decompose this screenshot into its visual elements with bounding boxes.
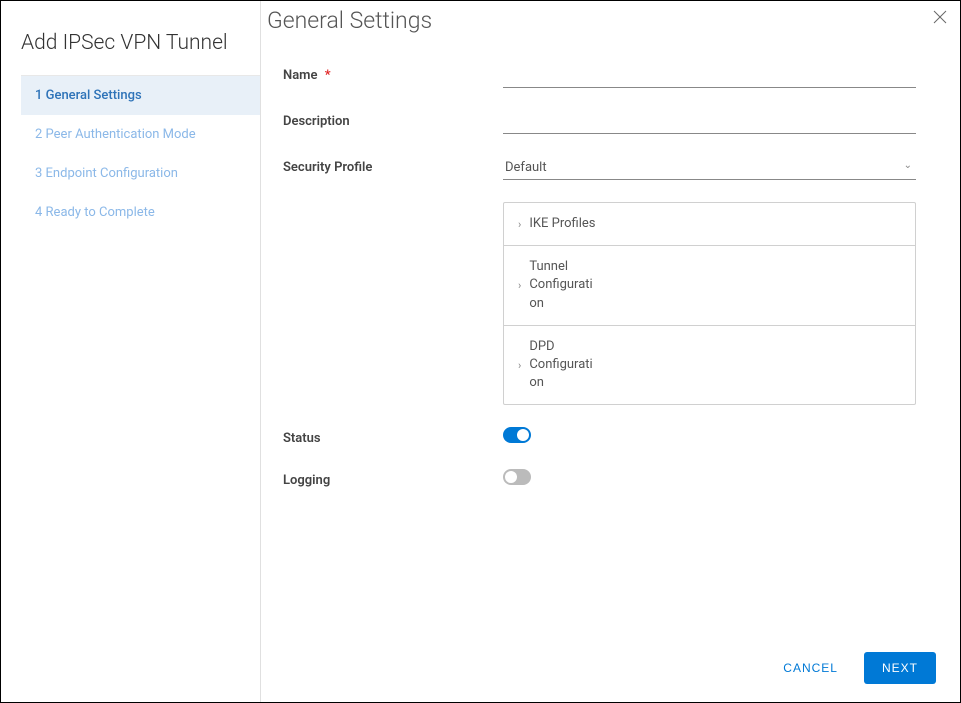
- step-label: General Settings: [46, 88, 142, 103]
- form-area: Name * Description Security Profile Defa…: [261, 34, 960, 634]
- status-field-wrap: [503, 427, 916, 447]
- security-profile-value: Default: [503, 156, 916, 179]
- toggle-knob: [505, 471, 517, 483]
- step-general-settings[interactable]: 1 General Settings: [21, 76, 260, 115]
- field-row-name: Name *: [283, 64, 916, 88]
- field-row-description: Description: [283, 110, 916, 134]
- wizard-sidebar: Add IPSec VPN Tunnel 1 General Settings …: [1, 1, 261, 702]
- field-row-security-profile: Security Profile Default ⌄: [283, 156, 916, 180]
- status-toggle[interactable]: [503, 427, 531, 443]
- step-number: 4: [35, 205, 42, 220]
- step-label: Endpoint Configuration: [46, 166, 178, 181]
- step-peer-authentication-mode[interactable]: 2 Peer Authentication Mode: [21, 115, 260, 154]
- step-endpoint-configuration[interactable]: 3 Endpoint Configuration: [21, 154, 260, 193]
- page-title: General Settings: [267, 7, 936, 34]
- main-header: General Settings: [261, 1, 960, 34]
- description-label: Description: [283, 110, 503, 129]
- profile-accordion: › IKE Profiles › Tunnel Configuration › …: [503, 202, 916, 405]
- security-profile-details: › IKE Profiles › Tunnel Configuration › …: [283, 202, 916, 405]
- field-row-status: Status: [283, 427, 916, 447]
- chevron-right-icon: ›: [518, 359, 521, 372]
- close-icon: [933, 10, 947, 24]
- logging-toggle[interactable]: [503, 469, 531, 485]
- step-number: 3: [35, 166, 42, 181]
- name-input[interactable]: [503, 64, 916, 88]
- step-label: Ready to Complete: [46, 205, 155, 220]
- wizard-steps: 1 General Settings 2 Peer Authentication…: [21, 75, 260, 232]
- accordion-dpd-configuration[interactable]: › DPD Configuration: [504, 326, 915, 405]
- name-label: Name *: [283, 64, 503, 83]
- chevron-down-icon: ⌄: [904, 160, 912, 171]
- spacer-label: [283, 202, 503, 206]
- security-profile-select[interactable]: Default ⌄: [503, 156, 916, 180]
- field-row-logging: Logging: [283, 469, 916, 489]
- accordion-label: DPD Configuration: [529, 338, 599, 393]
- accordion-ike-profiles[interactable]: › IKE Profiles: [504, 203, 915, 246]
- chevron-right-icon: ›: [518, 279, 521, 292]
- toggle-knob: [517, 429, 529, 441]
- main-panel: General Settings Name * Description Sec: [261, 1, 960, 702]
- accordion-tunnel-configuration[interactable]: › Tunnel Configuration: [504, 246, 915, 326]
- next-button[interactable]: NEXT: [864, 652, 936, 684]
- modal-add-ipsec-vpn-tunnel: Add IPSec VPN Tunnel 1 General Settings …: [0, 0, 961, 703]
- step-number: 2: [35, 127, 42, 142]
- step-ready-to-complete[interactable]: 4 Ready to Complete: [21, 193, 260, 232]
- step-number: 1: [35, 88, 42, 103]
- security-profile-field-wrap: Default ⌄: [503, 156, 916, 180]
- required-asterisk: *: [325, 68, 331, 83]
- cancel-button[interactable]: CANCEL: [771, 653, 850, 683]
- step-label: Peer Authentication Mode: [46, 127, 196, 142]
- accordion-label: Tunnel Configuration: [529, 258, 599, 313]
- wizard-footer: CANCEL NEXT: [261, 634, 960, 702]
- logging-label: Logging: [283, 469, 503, 488]
- label-text: Name: [283, 68, 317, 83]
- logging-field-wrap: [503, 469, 916, 489]
- close-button[interactable]: [930, 7, 950, 27]
- description-input[interactable]: [503, 110, 916, 134]
- wizard-title: Add IPSec VPN Tunnel: [1, 21, 260, 75]
- chevron-right-icon: ›: [518, 218, 521, 231]
- status-label: Status: [283, 427, 503, 446]
- accordion-label: IKE Profiles: [529, 215, 599, 233]
- description-field-wrap: [503, 110, 916, 134]
- security-profile-label: Security Profile: [283, 156, 503, 175]
- name-field-wrap: [503, 64, 916, 88]
